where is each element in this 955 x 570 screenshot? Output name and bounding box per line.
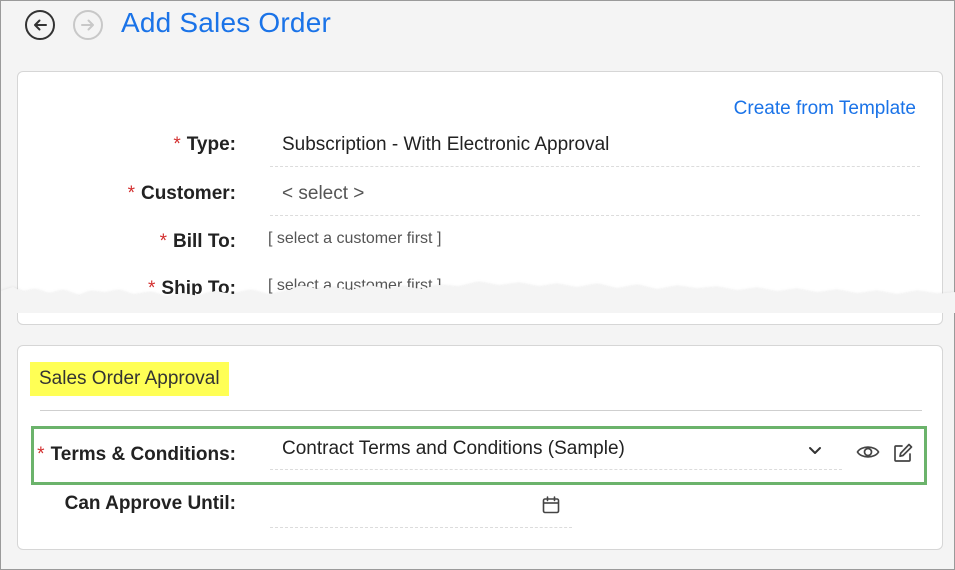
calendar-button[interactable]	[530, 493, 572, 528]
ship-to-label: * Ship To:	[148, 278, 236, 299]
terms-label: * Terms & Conditions:	[37, 444, 236, 465]
type-label: * Type:	[173, 134, 236, 155]
calendar-icon	[542, 496, 560, 514]
arrow-left-circle-icon	[34, 19, 47, 31]
type-field[interactable]: Subscription - With Electronic Approval	[270, 134, 920, 167]
required-marker: *	[148, 278, 156, 299]
arrow-right-circle-icon	[81, 19, 94, 31]
divider	[40, 410, 922, 411]
approve-until-label: Can Approve Until:	[64, 493, 236, 514]
ship-to-placeholder: [ select a customer first ]	[268, 277, 442, 294]
chevron-down-icon[interactable]	[808, 446, 822, 456]
edit-icon[interactable]	[892, 442, 914, 464]
forward-button[interactable]	[73, 10, 103, 40]
required-marker: *	[127, 183, 135, 204]
required-marker: *	[159, 231, 168, 252]
eye-icon[interactable]	[856, 443, 880, 461]
order-details-panel: Create from Template * Type: Subscription…	[17, 71, 943, 325]
required-marker: *	[173, 134, 181, 155]
required-marker: *	[37, 444, 45, 465]
approval-panel: Sales Order Approval * Terms & Conditions…	[17, 345, 943, 550]
page-title: Add Sales Order	[121, 7, 331, 38]
customer-label: * Customer:	[127, 183, 236, 204]
back-button[interactable]	[25, 10, 55, 40]
terms-select[interactable]: Contract Terms and Conditions (Sample)	[270, 438, 842, 470]
section-heading: Sales Order Approval	[30, 362, 229, 396]
approve-until-date-input[interactable]	[270, 498, 528, 528]
customer-select[interactable]: < select >	[270, 183, 920, 216]
bill-to-label: * Bill To:	[159, 231, 236, 252]
bill-to-placeholder: [ select a customer first ]	[268, 230, 442, 247]
create-from-template-link[interactable]: Create from Template	[734, 98, 916, 120]
